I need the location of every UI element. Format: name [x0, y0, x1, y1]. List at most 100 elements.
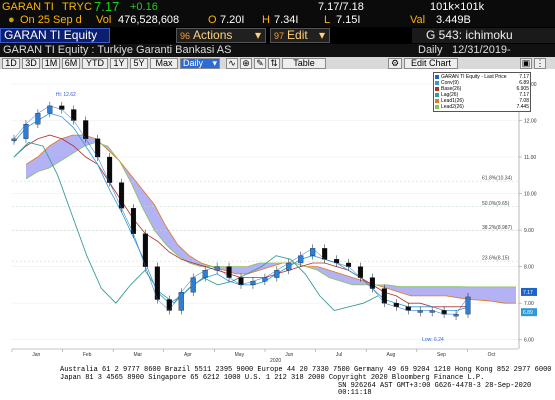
edit-menu-label: Edit: [287, 28, 308, 42]
chevron-down-icon: ▾: [318, 28, 325, 42]
x-tick-label: Mar: [133, 352, 142, 358]
low-label: L: [324, 14, 331, 26]
lag-line: [13, 141, 379, 311]
range-button-max[interactable]: Max: [150, 58, 178, 69]
lead1-line: [25, 134, 516, 304]
price-flag: C: [84, 1, 92, 13]
x-tick-label: Jan: [32, 352, 40, 358]
chevron-down-icon: ▾: [254, 28, 261, 42]
currency: TRY: [62, 1, 84, 13]
last-price: 7.17: [94, 0, 120, 14]
quote-bar: GARAN TI TRY C 7.17 +0.16 7.17/7.18 101k…: [0, 0, 555, 27]
range-button-5y[interactable]: 5Y: [130, 58, 148, 69]
x-tick-label: Feb: [83, 352, 92, 358]
ichimoku-chart[interactable]: 6.007.008.009.0010.0011.0012.0013.00JanF…: [0, 69, 555, 365]
clock-icon: ●: [8, 14, 15, 26]
bid-ask: 7.17/7.18: [318, 1, 364, 13]
bloomberg-terminal: GARAN TI TRY C 7.17 +0.16 7.17/7.18 101k…: [0, 0, 555, 400]
volume: 476,528,608: [118, 14, 180, 26]
fib-level-label: 38.2%(8.987): [482, 225, 512, 231]
legend-value: 7.445: [516, 104, 529, 110]
range-button-1m[interactable]: 1M: [42, 58, 60, 69]
high-annotation: Hi: 12.62: [56, 92, 76, 98]
edit-menu-button[interactable]: 97 Edit ▾: [270, 28, 330, 43]
fib-level-label: 61.8%(10.34): [482, 176, 512, 182]
screen-title: G 543: ichimoku: [412, 28, 555, 43]
settings-icon[interactable]: ⚙: [388, 58, 402, 69]
bid-ask-size: 101k×101k: [430, 1, 485, 13]
range-button-3d[interactable]: 3D: [22, 58, 40, 69]
price-candle: [453, 313, 459, 317]
legend-swatch: [435, 75, 439, 79]
chart-type-icon[interactable]: ∿: [226, 58, 238, 69]
low-annotation: Low: 6.24: [422, 337, 444, 343]
y-tick-label: 8.00: [524, 265, 534, 271]
open-label: O: [208, 14, 217, 26]
legend-swatch: [435, 87, 439, 91]
y-tick-label: 11.00: [524, 155, 536, 161]
volume-label: Vol: [96, 14, 112, 26]
legend-item: Lead2(26) 7.445: [435, 104, 529, 110]
ticker: GARAN TI: [2, 1, 54, 13]
legend-swatch: [435, 93, 439, 97]
year-label: 2020: [270, 358, 281, 364]
sub-header: GARAN TI Equity : Turkiye Garanti Bankas…: [0, 44, 555, 69]
x-tick-label: May: [235, 352, 245, 358]
y-tick-label: 12.00: [524, 118, 537, 124]
chart-svg: 6.007.008.009.0010.0011.0012.0013.00JanF…: [11, 73, 537, 364]
range-button-1y[interactable]: 1Y: [110, 58, 128, 69]
footer-line-1: Australia 61 2 9777 8600 Brazil 5511 239…: [60, 366, 552, 374]
edit-chart-label: Edit Chart: [410, 58, 452, 68]
copyright-footer: Australia 61 2 9777 8600 Brazil 5511 239…: [0, 365, 555, 400]
price-change: +0.16: [130, 1, 158, 13]
actions-menu-number: 96: [180, 31, 191, 41]
price-candle: [11, 138, 17, 141]
security-field[interactable]: GARAN TI Equity: [0, 28, 110, 43]
actions-menu-label: Actions: [193, 28, 233, 42]
y-tick-label: 7.00: [524, 301, 534, 307]
frequency-value: Daily: [183, 58, 204, 68]
actions-menu-button[interactable]: 96 Actions ▾: [176, 28, 266, 43]
legend-label: Lead2(26): [441, 104, 464, 110]
footer-line-3: SN 926264 AST GMT+3:00 G626-4478-3 28-Se…: [338, 382, 532, 397]
traded-value: 3.449B: [436, 14, 471, 26]
range-button-1d[interactable]: 1D: [2, 58, 20, 69]
high-label: H: [262, 14, 270, 26]
x-tick-label: Apr: [184, 352, 192, 358]
range-button-ytd[interactable]: YTD: [82, 58, 108, 69]
edit-menu-number: 97: [274, 31, 285, 41]
legend-swatch: [435, 99, 439, 103]
x-tick-label: Jun: [285, 352, 293, 358]
y-tick-label: 10.00: [524, 192, 537, 198]
fib-level-label: 23.6%(8.15): [482, 256, 510, 262]
period-label: Daily: [418, 44, 443, 56]
draw-icon[interactable]: ✎: [254, 58, 266, 69]
range-button-6m[interactable]: 6M: [62, 58, 80, 69]
ichimoku-cloud: [26, 135, 516, 304]
fib-level-label: 50.0%(9.65): [482, 201, 510, 207]
x-tick-label: Oct: [488, 352, 496, 358]
footer-line-2: Japan 81 3 4565 8900 Singapore 65 6212 1…: [60, 374, 485, 382]
legend-swatch: [435, 81, 439, 85]
zoom-icon[interactable]: ⊕: [240, 58, 252, 69]
price-candle: [417, 310, 423, 313]
security-name: GARAN TI Equity : Turkiye Garanti Bankas…: [3, 44, 232, 56]
chart-toolbar: 1D 3D 1M 6M YTD 1Y 5Y Max Daily ▾ ∿ ⊕ ✎ ⇅…: [0, 57, 555, 69]
y-tick-label: 6.00: [524, 338, 534, 344]
chart-legend: GARAN TI Equity - Last Price 7.17 Conv(9)…: [433, 72, 531, 112]
last-trade-time: On 25 Sep d: [20, 14, 82, 26]
high-price: 7.34I: [274, 14, 299, 26]
compare-icon[interactable]: ⇅: [268, 58, 280, 69]
axis-price-tag-label: 6.89: [523, 310, 533, 316]
table-button[interactable]: Table: [282, 58, 326, 69]
value-label: Val: [410, 14, 426, 26]
chevron-down-icon: ▾: [212, 58, 217, 68]
x-tick-label: Jul: [336, 352, 342, 358]
x-tick-label: Aug: [386, 352, 395, 358]
y-tick-label: 9.00: [524, 228, 534, 234]
frequency-dropdown[interactable]: Daily ▾: [180, 58, 220, 69]
edit-chart-button[interactable]: Edit Chart: [404, 58, 458, 69]
save-icon[interactable]: ▣: [520, 58, 532, 69]
axis-price-tag-label: 7.17: [523, 290, 533, 296]
more-icon[interactable]: ⋮: [534, 58, 546, 69]
